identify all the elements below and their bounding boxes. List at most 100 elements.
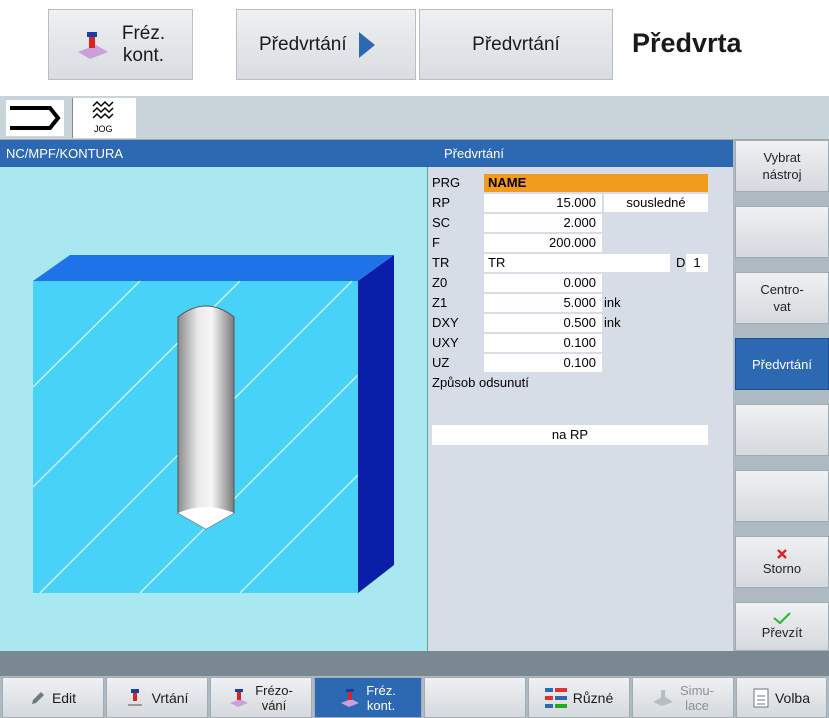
softkey-label: Vybrat [763, 150, 801, 165]
cancel-button[interactable]: Storno [735, 536, 829, 588]
breadcrumb-item-predvrtani-2[interactable]: Předvrtání [419, 9, 613, 80]
softkey-empty-5[interactable] [735, 404, 829, 456]
param-z0: Z0 0.000 [428, 274, 733, 293]
param-uxy: UXY 0.100 [428, 334, 733, 353]
param-z1: Z1 5.000 ink [428, 294, 733, 313]
sc-field[interactable]: 2.000 [484, 214, 602, 232]
hkey-label: Vrtání [151, 689, 189, 706]
rp-field[interactable]: 15.000 [484, 194, 602, 212]
predrilling-illustration [33, 255, 394, 593]
drill-icon [127, 688, 142, 706]
f-field[interactable]: 200.000 [484, 234, 602, 252]
tool-field[interactable]: TR [484, 254, 670, 272]
uz-field[interactable]: 0.100 [484, 354, 602, 372]
retract-mode-select[interactable]: na RP [432, 425, 708, 445]
accept-button[interactable]: Převzít [735, 602, 829, 651]
breadcrumb-item-frez-kont[interactable]: Fréz. kont. [48, 9, 193, 80]
z1-field[interactable]: 5.000 [484, 294, 602, 312]
softkey-empty-6[interactable] [735, 470, 829, 522]
hkey-label: Simu- [680, 682, 714, 698]
prg-name-field[interactable]: NAME [484, 174, 708, 192]
jog-label: JOG [94, 124, 113, 134]
param-label: Z0 [432, 275, 448, 290]
page-title: Předvrta [632, 28, 742, 58]
mode-arrow-icon [6, 100, 64, 136]
param-label: UZ [432, 355, 450, 370]
hkey-label: lace [685, 697, 709, 713]
hkey-label: Edit [51, 689, 77, 706]
parameter-form: PRG NAME RP 15.000 sousledné SC 2.000 F … [428, 167, 733, 651]
param-label: PRG [432, 175, 461, 190]
param-label: F [432, 235, 440, 250]
vertical-softkeys: Vybrat nástroj Centro- vat Předvrtání St… [733, 140, 829, 651]
param-label: RP [432, 195, 451, 210]
milling-icon [230, 688, 249, 707]
param-uz: UZ 0.100 [428, 354, 733, 373]
param-label: Z1 [432, 295, 448, 310]
breadcrumb-item-label-1: Fréz. [121, 22, 166, 44]
select-tool-button[interactable]: Vybrat nástroj [735, 140, 829, 192]
d-field[interactable]: 1 [686, 254, 708, 272]
centering-button[interactable]: Centro- vat [735, 272, 829, 324]
breadcrumb-item-label-2: kont. [122, 44, 165, 66]
milling-button[interactable]: Frézo- vání [210, 677, 312, 718]
uxy-field[interactable]: 0.100 [484, 334, 602, 352]
param-label: Způsob odsunutí [432, 375, 529, 390]
hkey-label: kont. [366, 697, 396, 713]
softkey-empty-2[interactable] [735, 206, 829, 258]
hkey-label: Frézo- [255, 682, 293, 698]
param-label: SC [432, 215, 451, 230]
softkey-label: Storno [762, 560, 802, 576]
misc-button[interactable]: Různé [528, 677, 630, 718]
param-retract: Způsob odsunutí [428, 374, 733, 393]
param-label: UXY [432, 335, 459, 350]
predrilling-button[interactable]: Předvrtání [735, 338, 829, 390]
contour-milling-button[interactable]: Fréz. kont. [314, 677, 422, 718]
param-f: F 200.000 [428, 234, 733, 253]
param-rp: RP 15.000 sousledné [428, 194, 733, 213]
dxy-field[interactable]: 0.500 [484, 314, 602, 332]
jog-mode-indicator: JOG [72, 98, 136, 138]
softkey-label: Centro- [760, 282, 804, 297]
milling-icon [77, 31, 108, 59]
hkey-label: Volba [774, 689, 811, 706]
softkey-label: vat [773, 299, 791, 314]
d-label: D [676, 255, 686, 270]
simulation-icon [653, 689, 674, 706]
param-dxy: DXY 0.500 ink [428, 314, 733, 333]
softkey-empty-h5[interactable] [424, 677, 526, 718]
simulation-button[interactable]: Simu- lace [632, 677, 734, 718]
header-bar: JOG [0, 96, 829, 140]
breadcrumb-item-label: Předvrtání [472, 33, 560, 55]
dxy-unit: ink [604, 315, 621, 330]
softkey-label: Převzít [761, 625, 803, 640]
form-title: Předvrtání [428, 140, 733, 167]
param-sc: SC 2.000 [428, 214, 733, 233]
hkey-label: Fréz. [366, 682, 396, 698]
drilling-button[interactable]: Vrtání [106, 677, 208, 718]
param-prg: PRG NAME [428, 174, 733, 193]
chevron-right-icon [358, 31, 375, 58]
edit-button[interactable]: Edit [2, 677, 104, 718]
checkmark-icon [773, 612, 791, 624]
breadcrumb-item-label: Předvrtání [259, 33, 347, 55]
graphic-view [0, 167, 428, 651]
hkey-label: vání [261, 697, 287, 713]
param-tr: TR TR D 1 [428, 254, 733, 273]
softkey-label: Předvrtání [752, 356, 812, 372]
milling-icon [341, 688, 360, 707]
softkey-label: nástroj [762, 167, 802, 182]
close-icon [777, 548, 787, 559]
hkey-label: Různé [572, 689, 614, 706]
param-label: DXY [432, 315, 459, 330]
misc-icon [544, 687, 567, 708]
breadcrumb-item-predvrtani-1[interactable]: Předvrtání [236, 9, 416, 80]
param-label: TR [432, 255, 450, 270]
pencil-icon [31, 691, 44, 704]
status-bar [0, 651, 829, 676]
nc-document-icon [753, 688, 769, 707]
z0-field[interactable]: 0.000 [484, 274, 602, 292]
program-path: NC/MPF/KONTURA [0, 140, 428, 167]
select-button[interactable]: Volba [736, 677, 827, 718]
rp-mode-select[interactable]: sousledné [604, 194, 708, 212]
